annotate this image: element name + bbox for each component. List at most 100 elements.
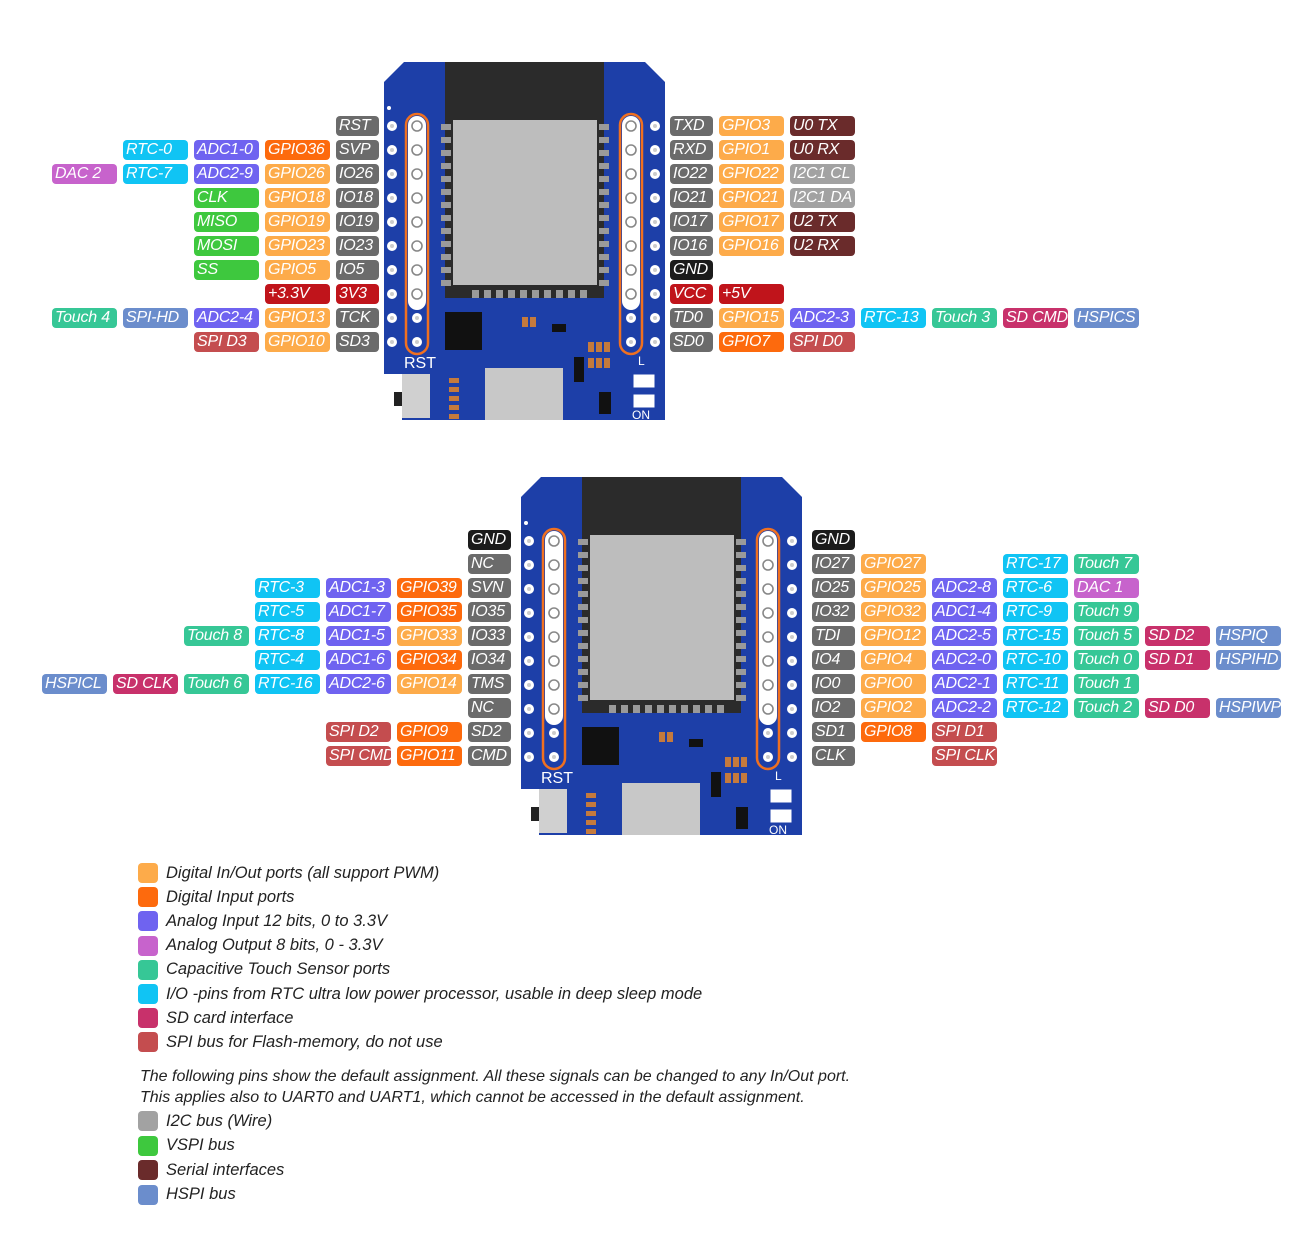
pin-label-gnd: GND: [468, 530, 511, 550]
led-l: [770, 789, 792, 803]
pin-hole: [762, 631, 774, 643]
pin-hole-center: [790, 611, 794, 615]
pin-label-gnd: GND: [812, 530, 855, 550]
module-pad: [657, 705, 664, 713]
pin-hole: [411, 240, 423, 252]
pin-label-gpio: GPIO19: [265, 212, 330, 232]
smd-resistor: [449, 387, 459, 392]
pin-hole: [411, 216, 423, 228]
pin1-marker: [387, 106, 391, 110]
pin-hole-center: [653, 268, 657, 272]
pin-label-adc: ADC2-8: [932, 578, 997, 598]
legend-label: I2C bus (Wire): [166, 1111, 273, 1130]
module-shield: [590, 535, 734, 700]
pin-label-gpio: GPIO17: [719, 212, 784, 232]
legend-note-line-2: This applies also to UART0 and UART1, wh…: [140, 1089, 805, 1106]
pin-hole: [625, 240, 637, 252]
module-pad: [693, 705, 700, 713]
pin-label-din: GPIO9: [397, 722, 462, 742]
pin-label-hspi: HSPIQ: [1216, 626, 1281, 646]
pin-label-flash: SPI D3: [194, 332, 259, 352]
pin-label-touch: Touch 9: [1074, 602, 1139, 622]
pin-label-din: GPIO34: [397, 650, 462, 670]
pin-label-rtc: RTC-9: [1003, 602, 1068, 622]
smd-resistor: [586, 820, 596, 825]
module-pad: [441, 267, 451, 273]
pin-label-rtc: RTC-17: [1003, 554, 1068, 574]
module-pad: [736, 695, 746, 701]
module-pad: [580, 290, 587, 298]
reset-button: [402, 374, 430, 418]
pin-label-name: TCK: [336, 308, 379, 328]
pin-label-hspi: HSPICL: [42, 674, 107, 694]
pin-label-adc: ADC2-2: [932, 698, 997, 718]
pin-hole-center: [766, 731, 770, 735]
pin-label-dac: DAC 2: [52, 164, 117, 184]
pin-label-rtc: RTC-3: [255, 578, 320, 598]
module-pad: [578, 656, 588, 662]
pin-label-name: IO18: [336, 188, 379, 208]
pin-label-gpio: GPIO1: [719, 140, 784, 160]
module-pad: [441, 189, 451, 195]
pin-hole: [762, 655, 774, 667]
legend-label: HSPI bus: [166, 1185, 236, 1203]
module-pad: [441, 215, 451, 221]
regulator: [736, 807, 748, 829]
pin-hole-center: [552, 731, 556, 735]
pin-hole-center: [527, 539, 531, 543]
module-pad: [441, 202, 451, 208]
pin-hole: [625, 288, 637, 300]
pin-label-gpio: GPIO2: [861, 698, 926, 718]
pin-label-gpio: GPIO14: [397, 674, 462, 694]
pin-label-gpio: GPIO32: [861, 602, 926, 622]
pin-label-name: TD0: [670, 308, 713, 328]
pin-hole-center: [790, 539, 794, 543]
pin-label-pwr: +3.3V: [265, 284, 330, 304]
smd-resistor: [659, 732, 665, 742]
pin-label-name: IO27: [812, 554, 855, 574]
legend-label: SD card interface: [166, 1008, 294, 1027]
transistor: [552, 324, 566, 332]
pin-hole-center: [766, 755, 770, 759]
legend-swatch: [138, 1160, 158, 1180]
module-pad: [441, 137, 451, 143]
module-pad: [578, 643, 588, 649]
pin-label-rtc: RTC-11: [1003, 674, 1068, 694]
pin-hole-center: [790, 683, 794, 687]
pin-label-gpio: GPIO27: [861, 554, 926, 574]
pin-label-hspi: HSPIWP: [1216, 698, 1281, 718]
pin-label-adc: ADC2-0: [932, 650, 997, 670]
pin-hole: [548, 559, 560, 571]
pin-hole-center: [629, 316, 633, 320]
pin-label-rtc: RTC-4: [255, 650, 320, 670]
legend-swatch: [138, 911, 158, 932]
pin-label-vspi: SS: [194, 260, 259, 280]
pin-label-sd: SD D1: [1145, 650, 1210, 670]
regulator: [599, 392, 611, 414]
pin-label-gpio: GPIO10: [265, 332, 330, 352]
pin-label-name: NC: [468, 698, 511, 718]
pin-label-touch: Touch 4: [52, 308, 117, 328]
legend-item: Analog Output 8 bits, 0 - 3.3V: [138, 935, 382, 957]
pin-hole-center: [790, 707, 794, 711]
module-pad: [599, 137, 609, 143]
module-pad: [578, 682, 588, 688]
module-pad: [441, 176, 451, 182]
smd-resistor: [586, 811, 596, 816]
silkscreen-rst: RST: [541, 770, 573, 787]
module-pad: [578, 695, 588, 701]
pin-label-name: SD0: [670, 332, 713, 352]
module-pad: [681, 705, 688, 713]
pin-label-hspi: HSPICS: [1074, 308, 1139, 328]
module-pad: [599, 202, 609, 208]
pin1-marker: [524, 521, 528, 525]
module-pad: [736, 565, 746, 571]
module-pad: [441, 241, 451, 247]
pin-label-rtc: RTC-5: [255, 602, 320, 622]
module-pad: [736, 539, 746, 545]
pin-hole: [625, 120, 637, 132]
pin-hole: [411, 168, 423, 180]
pin-label-name: IO0: [812, 674, 855, 694]
usb-uart-chip: [582, 727, 619, 765]
pin-label-din: GPIO8: [861, 722, 926, 742]
